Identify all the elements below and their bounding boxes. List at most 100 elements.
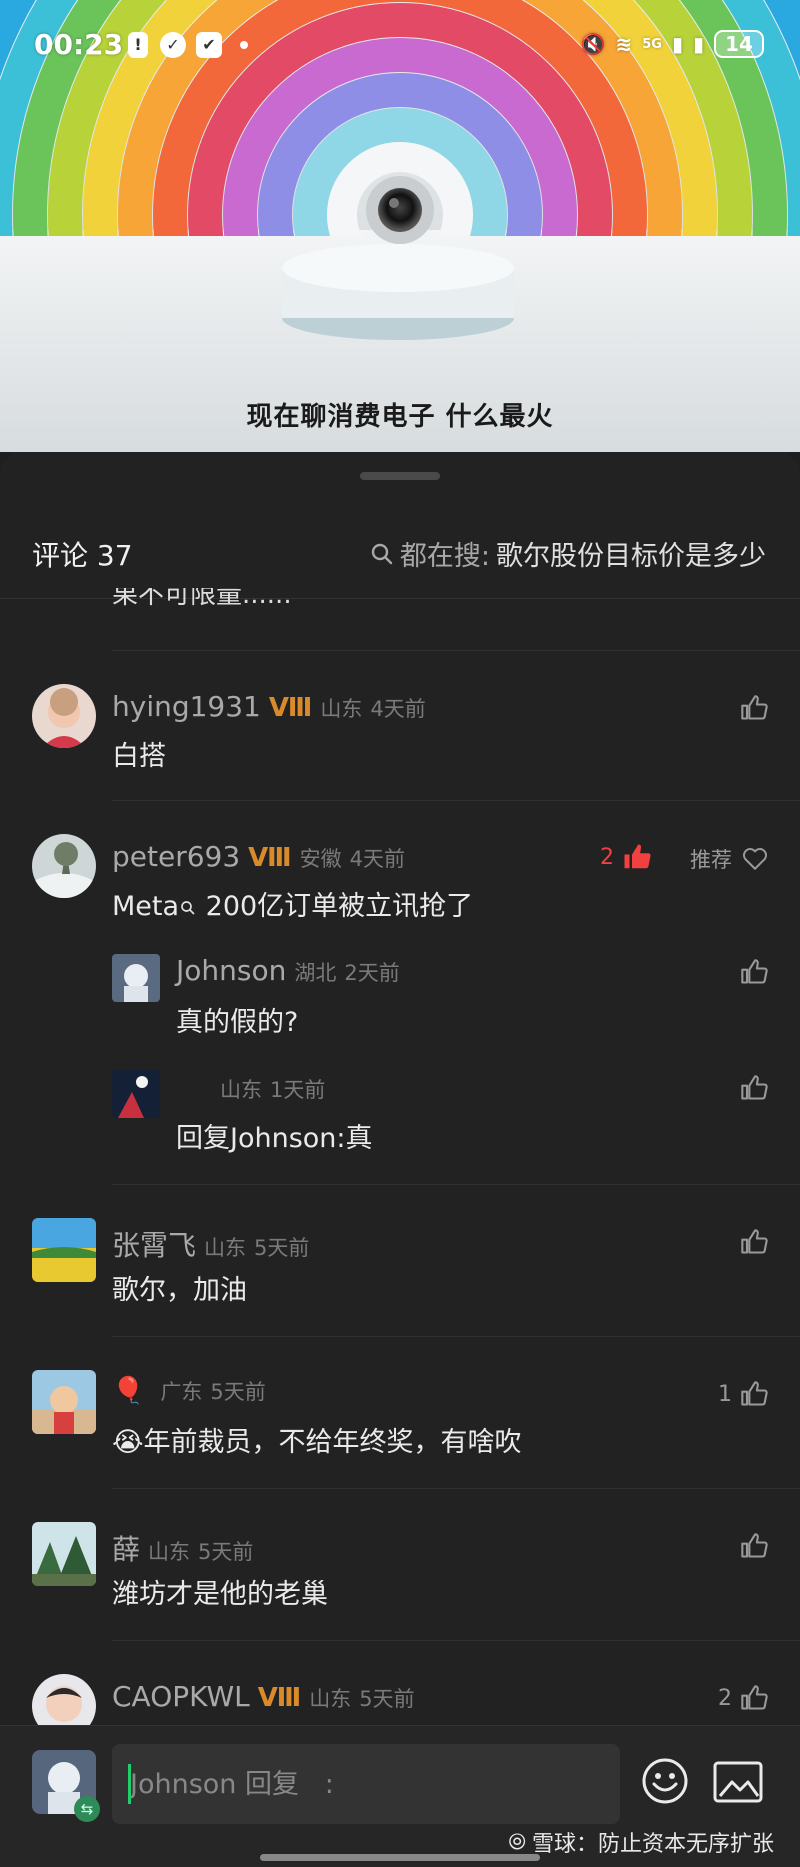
row-divider xyxy=(112,1336,800,1337)
avatar[interactable] xyxy=(32,684,96,748)
comment-time: 5天前 xyxy=(210,1380,266,1404)
thumbs-up-icon xyxy=(741,1229,768,1254)
comment-text: Meta 200亿订单被立讯抢了 xyxy=(112,884,473,923)
stock-tag-link[interactable]: Meta xyxy=(112,891,179,922)
row-divider xyxy=(112,1488,800,1489)
like-button[interactable] xyxy=(740,1074,768,1102)
search-icon xyxy=(371,543,393,564)
search-mini-icon xyxy=(181,900,195,915)
comment-location: 广东 xyxy=(160,1380,203,1404)
switch-account-icon[interactable]: ⇆ xyxy=(74,1796,100,1822)
comment-time: 4天前 xyxy=(349,847,406,871)
avatar-image xyxy=(112,1070,160,1118)
home-indicator[interactable] xyxy=(260,1854,540,1861)
rainbow-scene xyxy=(0,0,800,452)
app-notification-icon-2: ✔ xyxy=(196,32,222,58)
reply-time: 1天前 xyxy=(270,1078,326,1102)
hot-search-query: 歌尔股份目标价是多少 xyxy=(496,541,766,572)
more-notifications-dot xyxy=(240,41,248,49)
recommend-label: 推荐 xyxy=(690,848,732,872)
reply-meta: 山东 1天前 xyxy=(212,1074,325,1104)
like-button[interactable]: 2 xyxy=(600,842,652,872)
video-player[interactable]: 00:23 ! ✓ ✔ 🔇 ≋ 5G ▮ ▮ 14 现在聊消费电子 什么最火 xyxy=(0,0,800,452)
sheet-header: 评论 37 都在搜: 歌尔股份目标价是多少 xyxy=(0,534,800,584)
video-subtitle: 现在聊消费电子 什么最火 xyxy=(246,402,554,432)
comment-username[interactable]: peter693 xyxy=(112,840,240,873)
status-right: 🔇 ≋ 5G ▮ ▮ 14 xyxy=(581,30,764,58)
vip-badge-icon: Ⅷ xyxy=(257,1683,302,1713)
alert-icon: ! xyxy=(128,32,148,58)
thumbs-up-icon xyxy=(741,1533,768,1558)
reply-username[interactable]: Johnson xyxy=(176,954,286,987)
comment-location: 山东 xyxy=(148,1540,191,1564)
reply-input[interactable] xyxy=(112,1744,620,1824)
comment-location: 山东 xyxy=(204,1236,247,1260)
comment-time: 5天前 xyxy=(359,1687,415,1711)
like-button[interactable]: 2 xyxy=(718,1684,768,1712)
reply-avatar[interactable] xyxy=(112,954,160,1002)
thumbs-up-filled-icon xyxy=(624,844,651,869)
comment-location: 安徽 xyxy=(299,847,342,871)
vip-badge-icon: Ⅷ xyxy=(268,693,313,723)
row-divider xyxy=(112,1184,800,1185)
signal-bars-icon-2: ▮ xyxy=(692,32,704,56)
avatar[interactable] xyxy=(32,1218,96,1282)
avatar-image xyxy=(112,954,160,1002)
reply-location: 湖北 xyxy=(294,961,337,985)
like-count: 1 xyxy=(718,1381,732,1407)
reply-location: 山东 xyxy=(220,1078,262,1102)
avatar-image xyxy=(32,1370,96,1434)
like-button[interactable] xyxy=(740,1532,768,1560)
avatar[interactable] xyxy=(32,834,96,898)
like-button[interactable]: 1 xyxy=(718,1380,768,1408)
comment-time: 5天前 xyxy=(254,1236,310,1260)
comment-text-main: 200亿订单被立讯抢了 xyxy=(205,891,474,922)
avatar-image xyxy=(32,1522,96,1586)
vip-badge-icon: Ⅷ xyxy=(248,843,292,873)
avatar[interactable] xyxy=(32,1522,96,1586)
signal-5g-icon: 5G xyxy=(642,36,662,52)
comment-meta: 张霄飞 山东 5天前 xyxy=(112,1224,309,1264)
comment-username[interactable]: CAOPKWL xyxy=(112,1680,250,1713)
comment-username[interactable]: 薛 xyxy=(112,1528,140,1568)
like-button[interactable] xyxy=(740,694,768,722)
comment-meta: hying1931 Ⅷ 山东 4天前 xyxy=(112,690,426,723)
mute-icon: 🔇 xyxy=(580,32,606,56)
app-notification-icon: ✓ xyxy=(160,32,186,58)
reply-avatar[interactable] xyxy=(112,1070,160,1118)
row-divider xyxy=(112,800,800,801)
avatar-image xyxy=(32,834,96,898)
reply-time: 2天前 xyxy=(344,961,400,985)
like-button[interactable] xyxy=(740,958,768,986)
comment-meta: CAOPKWL Ⅷ 山东 5天前 xyxy=(112,1680,415,1713)
comment-text: 潍坊才是他的老巢 xyxy=(112,1579,328,1610)
heart-icon xyxy=(742,848,768,870)
wifi-icon: ≋ xyxy=(615,32,633,56)
like-count: 2 xyxy=(718,1685,732,1711)
sheet-drag-handle[interactable] xyxy=(360,472,440,480)
comment-username[interactable]: hying1931 xyxy=(112,690,261,723)
comment-time: 5天前 xyxy=(198,1540,254,1564)
reply-bar: ⇆ ⦾ 雪球：防止资本无序扩张 xyxy=(0,1725,800,1867)
like-button[interactable] xyxy=(740,1228,768,1256)
recommend-button[interactable]: 推荐 xyxy=(690,844,768,874)
signal-bars-icon: ▮ xyxy=(671,32,683,56)
comment-location: 山东 xyxy=(320,697,363,721)
thumbs-up-icon xyxy=(741,695,768,720)
hot-search-link[interactable]: 都在搜: 歌尔股份目标价是多少 xyxy=(370,534,766,573)
thumbs-up-icon xyxy=(741,1075,768,1100)
battery-indicator: 14 xyxy=(714,30,764,58)
comment-text: 白搭 xyxy=(112,741,166,772)
status-time: 00:23 xyxy=(34,28,124,61)
avatar-image xyxy=(32,684,96,748)
comment-username[interactable]: 张霄飞 xyxy=(112,1224,196,1264)
reply-text: 回复Johnson:真 xyxy=(176,1123,373,1154)
thumbs-up-icon xyxy=(741,1381,768,1406)
clipped-previous-comment: 果不可限量...... xyxy=(112,588,292,610)
avatar[interactable] xyxy=(32,1370,96,1434)
emoji-icon[interactable] xyxy=(640,1756,690,1806)
thumbs-up-icon xyxy=(741,959,768,984)
image-icon[interactable] xyxy=(712,1760,764,1804)
comment-time: 4天前 xyxy=(370,697,426,721)
watermark-text: 雪球：防止资本无序扩张 xyxy=(531,1832,774,1857)
